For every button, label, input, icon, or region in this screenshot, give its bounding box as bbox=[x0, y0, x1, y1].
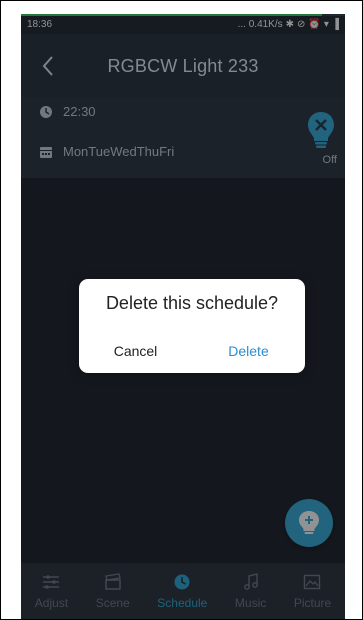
dialog-buttons: Cancel Delete bbox=[79, 343, 305, 359]
delete-confirm-dialog: Delete this schedule? Cancel Delete bbox=[79, 279, 305, 373]
dialog-message: Delete this schedule? bbox=[105, 293, 279, 313]
screenshot-frame: 18:36 ... 0.41K/s ✱ ⊘ ⏰ ▾ ▐ RGBCW Light … bbox=[0, 0, 363, 620]
phone-screen: 18:36 ... 0.41K/s ✱ ⊘ ⏰ ▾ ▐ RGBCW Light … bbox=[21, 14, 345, 619]
cancel-button[interactable]: Cancel bbox=[79, 343, 192, 359]
delete-button[interactable]: Delete bbox=[192, 343, 305, 359]
